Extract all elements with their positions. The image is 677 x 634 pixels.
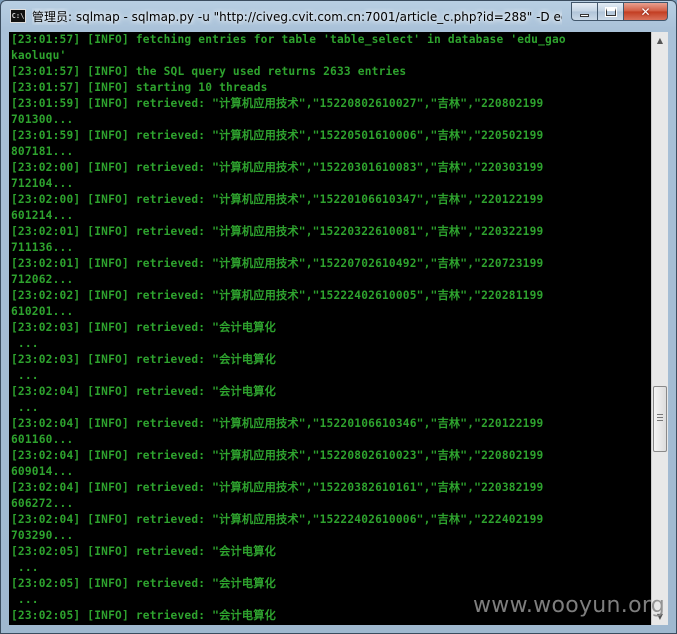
- grip-line: [657, 420, 663, 421]
- console-line: 609014...: [11, 465, 74, 478]
- console-line: [23:02:04] [INFO] retrieved: "会计电算化: [11, 385, 277, 398]
- minimize-icon: [580, 13, 589, 17]
- arrow-up-icon: ▲: [656, 36, 664, 45]
- scroll-up-button[interactable]: ▲: [652, 32, 668, 49]
- window-controls: ✕: [571, 2, 668, 21]
- console-line: [23:02:04] [INFO] retrieved: "计算机应用技术","…: [11, 481, 544, 494]
- vertical-scrollbar[interactable]: ▲ ▼: [651, 32, 668, 625]
- grip-line: [657, 414, 663, 415]
- console-line: 712062...: [11, 273, 74, 286]
- console-line: [23:02:00] [INFO] retrieved: "计算机应用技术","…: [11, 193, 544, 206]
- console-line: ...: [11, 561, 39, 574]
- console-line: 701300...: [11, 113, 74, 126]
- maximize-button[interactable]: [597, 2, 623, 21]
- minimize-button[interactable]: [571, 2, 597, 21]
- console-line: [23:02:05] [INFO] retrieved: "会计电算化: [11, 577, 277, 590]
- console-line: 807181...: [11, 145, 74, 158]
- console-line: [23:02:04] [INFO] retrieved: "计算机应用技术","…: [11, 417, 544, 430]
- console-line: 601160...: [11, 433, 74, 446]
- console-line: [23:02:00] [INFO] retrieved: "计算机应用技术","…: [11, 161, 544, 174]
- console-line: [23:02:01] [INFO] retrieved: "计算机应用技术","…: [11, 257, 544, 270]
- close-button[interactable]: ✕: [623, 2, 668, 21]
- console-line: 711136...: [11, 241, 74, 254]
- console-line: 703290...: [11, 529, 74, 542]
- console-line: [23:01:57] [INFO] fetching entries for t…: [11, 33, 566, 46]
- console-line: [23:02:01] [INFO] retrieved: "计算机应用技术","…: [11, 225, 544, 238]
- console-line: [23:02:04] [INFO] retrieved: "计算机应用技术","…: [11, 449, 544, 462]
- console-line: [23:01:59] [INFO] retrieved: "计算机应用技术","…: [11, 129, 544, 142]
- console-line: kaoluqu': [11, 49, 67, 62]
- console-line: [23:02:03] [INFO] retrieved: "会计电算化: [11, 321, 277, 334]
- console-line: ...: [11, 337, 39, 350]
- title-bar[interactable]: C:\ 管理员: sqlmap - sqlmap.py -u "http://c…: [1, 1, 676, 32]
- console-window: C:\ 管理员: sqlmap - sqlmap.py -u "http://c…: [0, 0, 677, 634]
- maximize-icon: [604, 6, 617, 17]
- grip-line: [657, 417, 663, 418]
- console-line: 601214...: [11, 209, 74, 222]
- watermark: www.wooyun.org: [473, 593, 666, 618]
- console-line: ...: [11, 401, 39, 414]
- console-lines: [23:01:57] [INFO] fetching entries for t…: [9, 32, 651, 624]
- console-line: [23:01:59] [INFO] retrieved: "计算机应用技术","…: [11, 97, 544, 110]
- console-line: [23:01:57] [INFO] the SQL query used ret…: [11, 65, 407, 78]
- console-line: [23:02:04] [INFO] retrieved: "计算机应用技术","…: [11, 513, 544, 526]
- window-title: 管理员: sqlmap - sqlmap.py -u "http://civeg…: [32, 10, 562, 24]
- console-line: ...: [11, 369, 39, 382]
- close-icon: ✕: [640, 4, 651, 19]
- console-output[interactable]: [23:01:57] [INFO] fetching entries for t…: [9, 32, 651, 625]
- console-line: [23:02:05] [INFO] retrieved: "会计电算化: [11, 545, 277, 558]
- console-line: 606272...: [11, 497, 74, 510]
- console-line: [23:02:03] [INFO] retrieved: "会计电算化: [11, 353, 277, 366]
- console-line: [23:01:57] [INFO] starting 10 threads: [11, 81, 268, 94]
- console-line: 610201...: [11, 305, 74, 318]
- console-line: 712104...: [11, 177, 74, 190]
- cmd-app-icon[interactable]: C:\: [10, 9, 26, 23]
- scroll-thumb[interactable]: [653, 386, 667, 452]
- console-line: [23:02:02] [INFO] retrieved: "计算机应用技术","…: [11, 289, 544, 302]
